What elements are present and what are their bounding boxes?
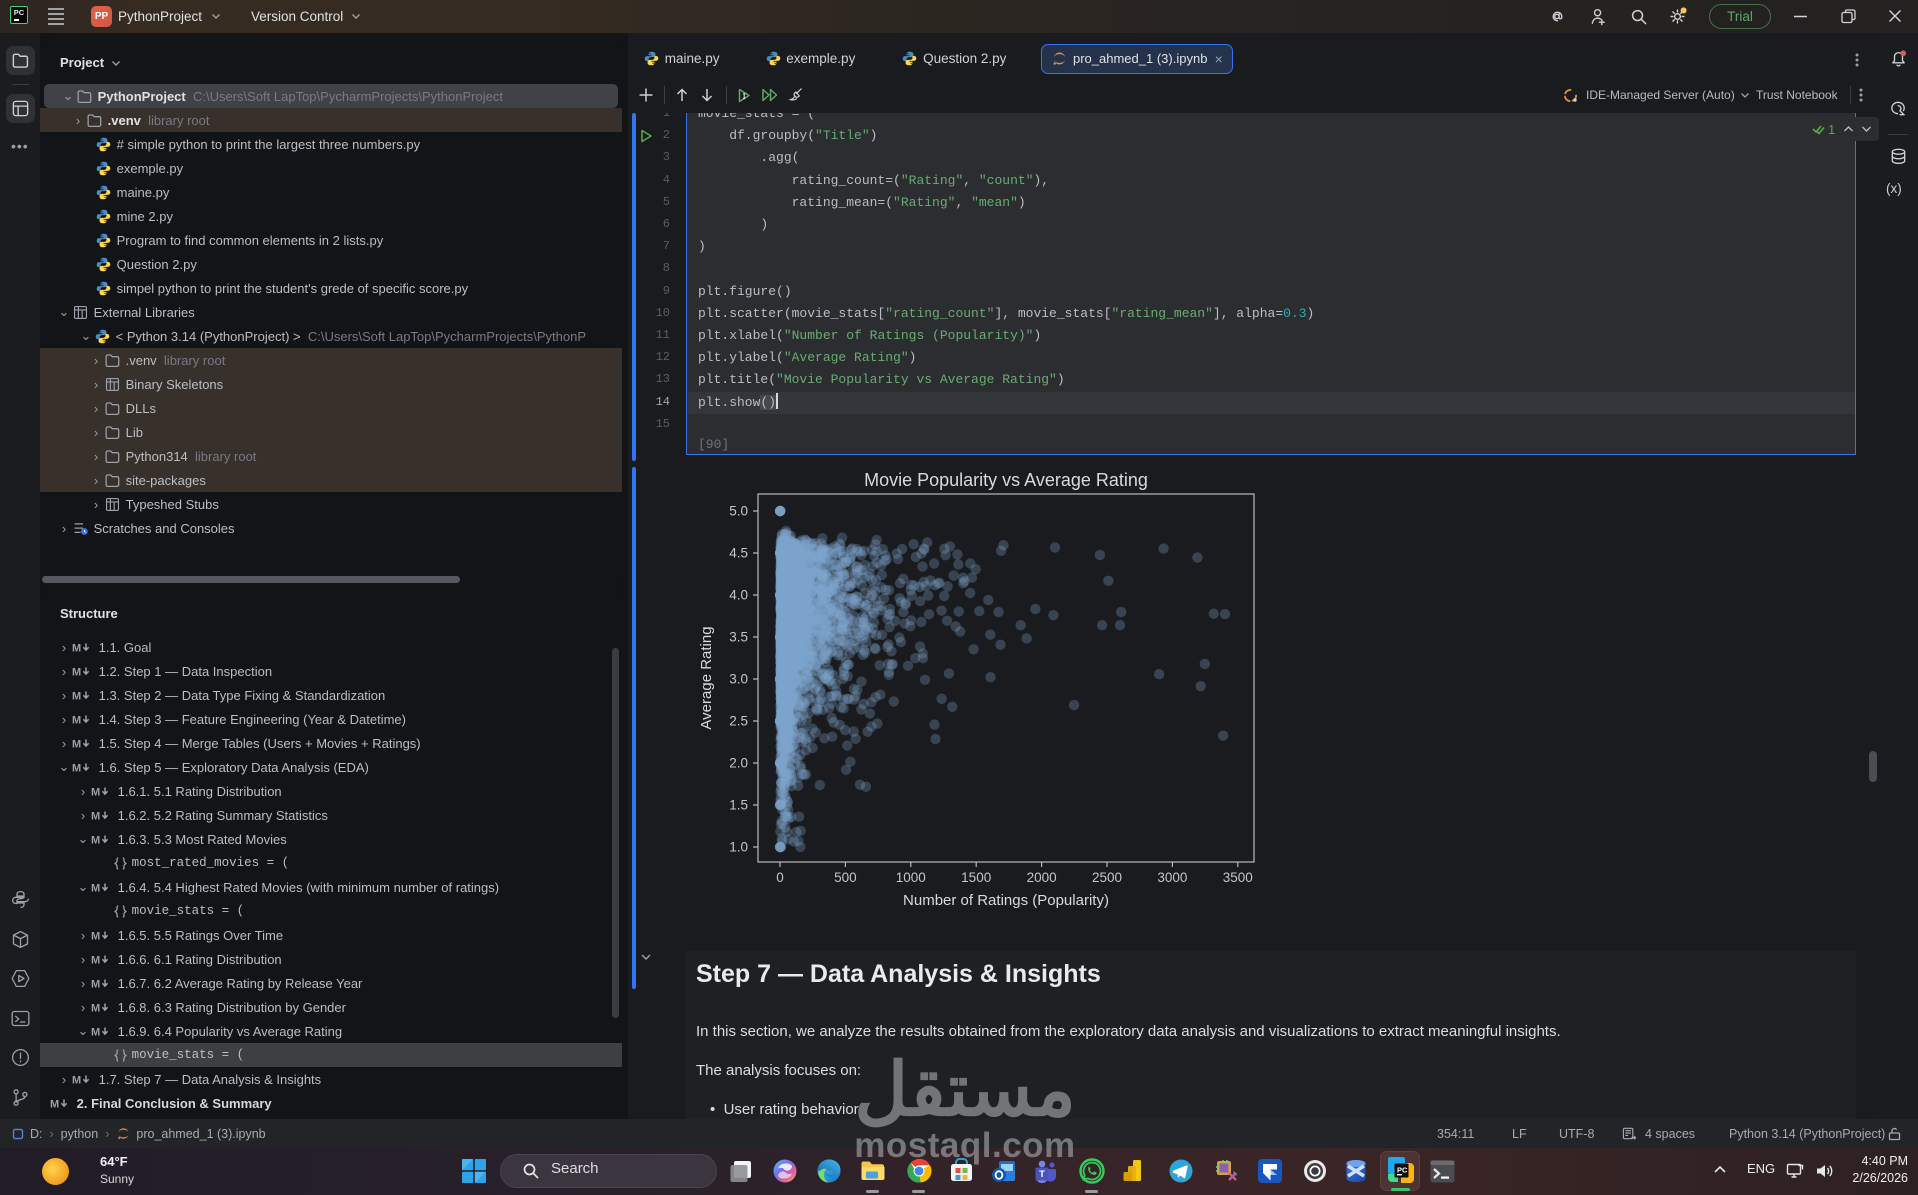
svg-text:2.5: 2.5 xyxy=(729,714,748,729)
svg-text:3500: 3500 xyxy=(1223,870,1253,885)
svg-text:4.0: 4.0 xyxy=(729,588,748,603)
svg-text:4.5: 4.5 xyxy=(729,546,748,561)
svg-text:1000: 1000 xyxy=(896,870,926,885)
svg-text:2500: 2500 xyxy=(1092,870,1122,885)
svg-text:0: 0 xyxy=(776,870,784,885)
svg-text:Movie Popularity vs Average Ra: Movie Popularity vs Average Rating xyxy=(864,470,1148,490)
svg-text:3.5: 3.5 xyxy=(729,630,748,645)
svg-text:2.0: 2.0 xyxy=(729,756,748,771)
svg-text:2000: 2000 xyxy=(1027,870,1057,885)
svg-text:500: 500 xyxy=(834,870,857,885)
svg-text:T: T xyxy=(1039,1169,1045,1180)
svg-text:3.0: 3.0 xyxy=(729,672,748,687)
svg-text:PC: PC xyxy=(1397,1166,1408,1175)
svg-text:5.0: 5.0 xyxy=(729,504,748,519)
svg-text:3000: 3000 xyxy=(1157,870,1187,885)
svg-text:1.5: 1.5 xyxy=(729,798,748,813)
svg-text:Number of Ratings (Popularity): Number of Ratings (Popularity) xyxy=(903,892,1109,909)
svg-text:1.0: 1.0 xyxy=(729,840,748,855)
svg-text:1500: 1500 xyxy=(961,870,991,885)
svg-text:Average Rating: Average Rating xyxy=(698,626,715,729)
